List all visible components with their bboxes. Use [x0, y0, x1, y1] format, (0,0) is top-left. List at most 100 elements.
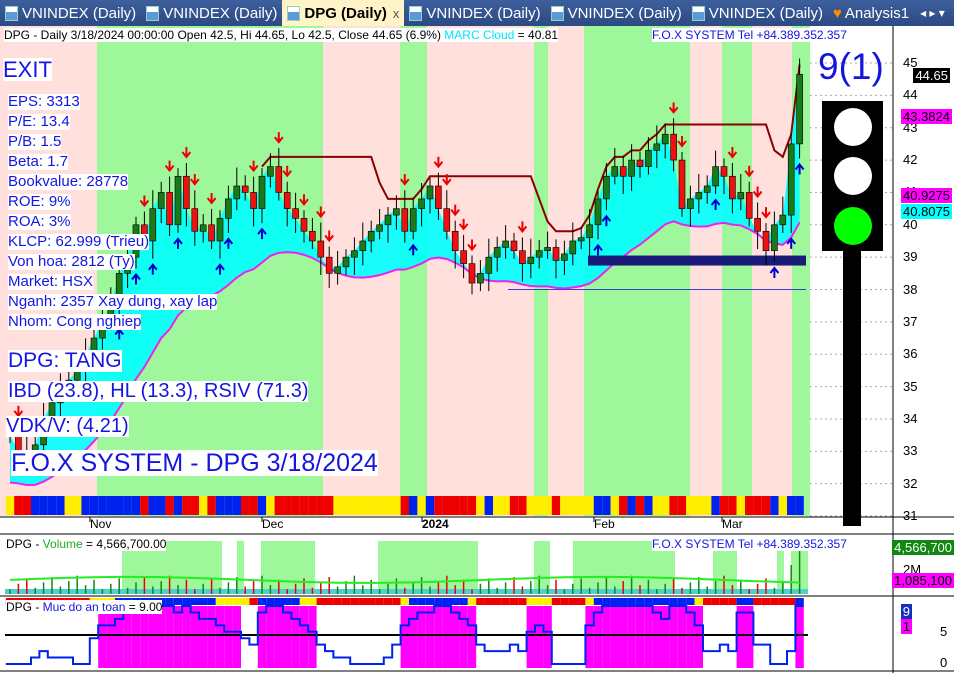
safety-strip-cell — [291, 598, 300, 605]
fundamental-item: Bookvalue: 28778 — [8, 173, 129, 190]
candle-body — [611, 166, 619, 177]
tab-vnindex-5[interactable]: VNINDEX (Daily) — [687, 0, 828, 26]
safety-strip-cell — [568, 598, 577, 605]
trend-strip-cell — [484, 496, 493, 515]
trend-strip-cell — [249, 496, 258, 515]
safety-zone — [224, 606, 233, 668]
trend-strip-cell — [64, 496, 73, 515]
safety-strip-cell — [207, 598, 216, 605]
trend-strip-cell — [241, 496, 250, 515]
tab-scroll-buttons[interactable]: ◂ ▸ ▾ — [920, 6, 945, 20]
fundamental-item: Von hoa: 2812 (Ty) — [8, 253, 135, 270]
trend-strip-cell — [787, 496, 796, 515]
tab-vnindex-3[interactable]: VNINDEX (Daily) — [404, 0, 545, 26]
ratings-label: IBD (23.8), HL (13.3), RSIV (71.3) — [8, 380, 309, 402]
last-price-tag: 44.65 — [913, 68, 950, 83]
volume-header: DPG - Volume = 4,566,700.00 — [6, 537, 167, 551]
red-light-off-icon — [834, 108, 872, 146]
safety-zone — [182, 606, 191, 668]
candle-body — [737, 192, 745, 200]
safety-zone — [602, 606, 611, 668]
candle-body — [426, 185, 434, 200]
safety-zone — [98, 606, 107, 668]
safety-strip-cell — [308, 598, 317, 605]
safety-strip-cell — [644, 598, 653, 605]
safety-zone — [299, 606, 309, 668]
candle-body — [603, 175, 610, 200]
safety-zone — [215, 606, 225, 668]
chart-icon — [146, 5, 160, 21]
candle-body — [771, 224, 778, 251]
trend-strip-cell — [173, 496, 183, 515]
signal-label: EXIT — [3, 57, 52, 82]
safety-zone — [425, 606, 435, 668]
tab-vnindex-2[interactable]: VNINDEX (Daily) — [141, 0, 282, 26]
candle-body — [653, 143, 661, 151]
fox-contact: F.O.X SYSTEM Tel +84.389.352.357 — [652, 28, 847, 42]
trend-strip-cell — [367, 496, 376, 515]
safety-strip-cell — [711, 598, 720, 605]
trend-strip-cell — [73, 496, 82, 515]
safety-strip-cell — [627, 598, 636, 605]
safety-strip-cell — [224, 598, 233, 605]
candle-body — [418, 198, 425, 209]
safety-zone — [644, 606, 653, 668]
safety-strip-cell — [703, 598, 712, 605]
safety-strip-cell — [299, 598, 309, 605]
price-chart[interactable] — [0, 26, 954, 673]
tab-vnindex-1[interactable]: VNINDEX (Daily) — [0, 0, 141, 26]
candle-body — [619, 166, 627, 177]
candle-body — [258, 175, 266, 209]
price-tick: 35 — [903, 378, 918, 394]
trend-strip-cell — [619, 496, 628, 515]
safety-strip-cell — [249, 598, 258, 605]
chart-icon — [409, 5, 423, 21]
close-tab-button[interactable]: x — [393, 6, 400, 21]
safety-zone — [266, 606, 275, 668]
trend-strip-cell — [257, 496, 267, 515]
trend-strip-cell — [526, 496, 535, 515]
fundamental-item: P/B: 1.5 — [8, 133, 62, 150]
tab-analysis1[interactable]: ♥ Analysis1 — [828, 0, 914, 26]
safety-value-tag: 9 — [900, 604, 912, 619]
green-band — [722, 26, 752, 516]
trend-strip-cell — [711, 496, 720, 515]
trend-strip-cell — [543, 496, 552, 515]
chart-icon — [550, 5, 564, 21]
tab-vnindex-4[interactable]: VNINDEX (Daily) — [546, 0, 687, 26]
trend-strip-cell — [677, 496, 687, 515]
safety-strip-cell — [173, 598, 183, 605]
safety-strip-cell — [400, 598, 409, 605]
safety-strip-cell — [535, 598, 544, 605]
candle-body — [485, 256, 493, 274]
safety-zone — [459, 606, 468, 668]
trend-strip-cell — [442, 496, 451, 515]
trend-strip-cell — [585, 496, 594, 515]
safety-strip-cell — [577, 598, 586, 605]
candle-body — [250, 192, 257, 209]
chart-area[interactable]: DPG - Daily 3/18/2024 00:00:00 Open 42.5… — [0, 26, 954, 673]
safety-strip-cell — [677, 598, 687, 605]
safety-strip-cell — [778, 598, 787, 605]
trend-strip-cell — [123, 496, 132, 515]
trend-strip-cell — [325, 496, 334, 515]
candle-body — [561, 253, 568, 261]
candle-body — [661, 133, 669, 145]
tab-label: Analysis1 — [844, 4, 910, 22]
trend-strip-cell — [182, 496, 191, 515]
trend-strip-cell — [602, 496, 611, 515]
chart-watermark-title: F.O.X SYSTEM - DPG 3/18/2024 — [11, 449, 378, 477]
safety-strip-cell — [325, 598, 334, 605]
safety-strip-cell — [417, 598, 426, 605]
candle-body — [502, 240, 509, 248]
trend-strip-cell — [47, 496, 57, 515]
tab-dpg[interactable]: DPG (Daily) x — [282, 0, 405, 26]
trend-strip-cell — [358, 496, 367, 515]
safety-zone — [123, 606, 132, 668]
safety-zone — [593, 606, 603, 668]
candle-body — [233, 185, 241, 200]
candle-body — [594, 198, 602, 226]
trend-strip-cell — [509, 496, 519, 515]
trend-strip-cell — [115, 496, 124, 515]
trend-strip-cell — [686, 496, 695, 515]
